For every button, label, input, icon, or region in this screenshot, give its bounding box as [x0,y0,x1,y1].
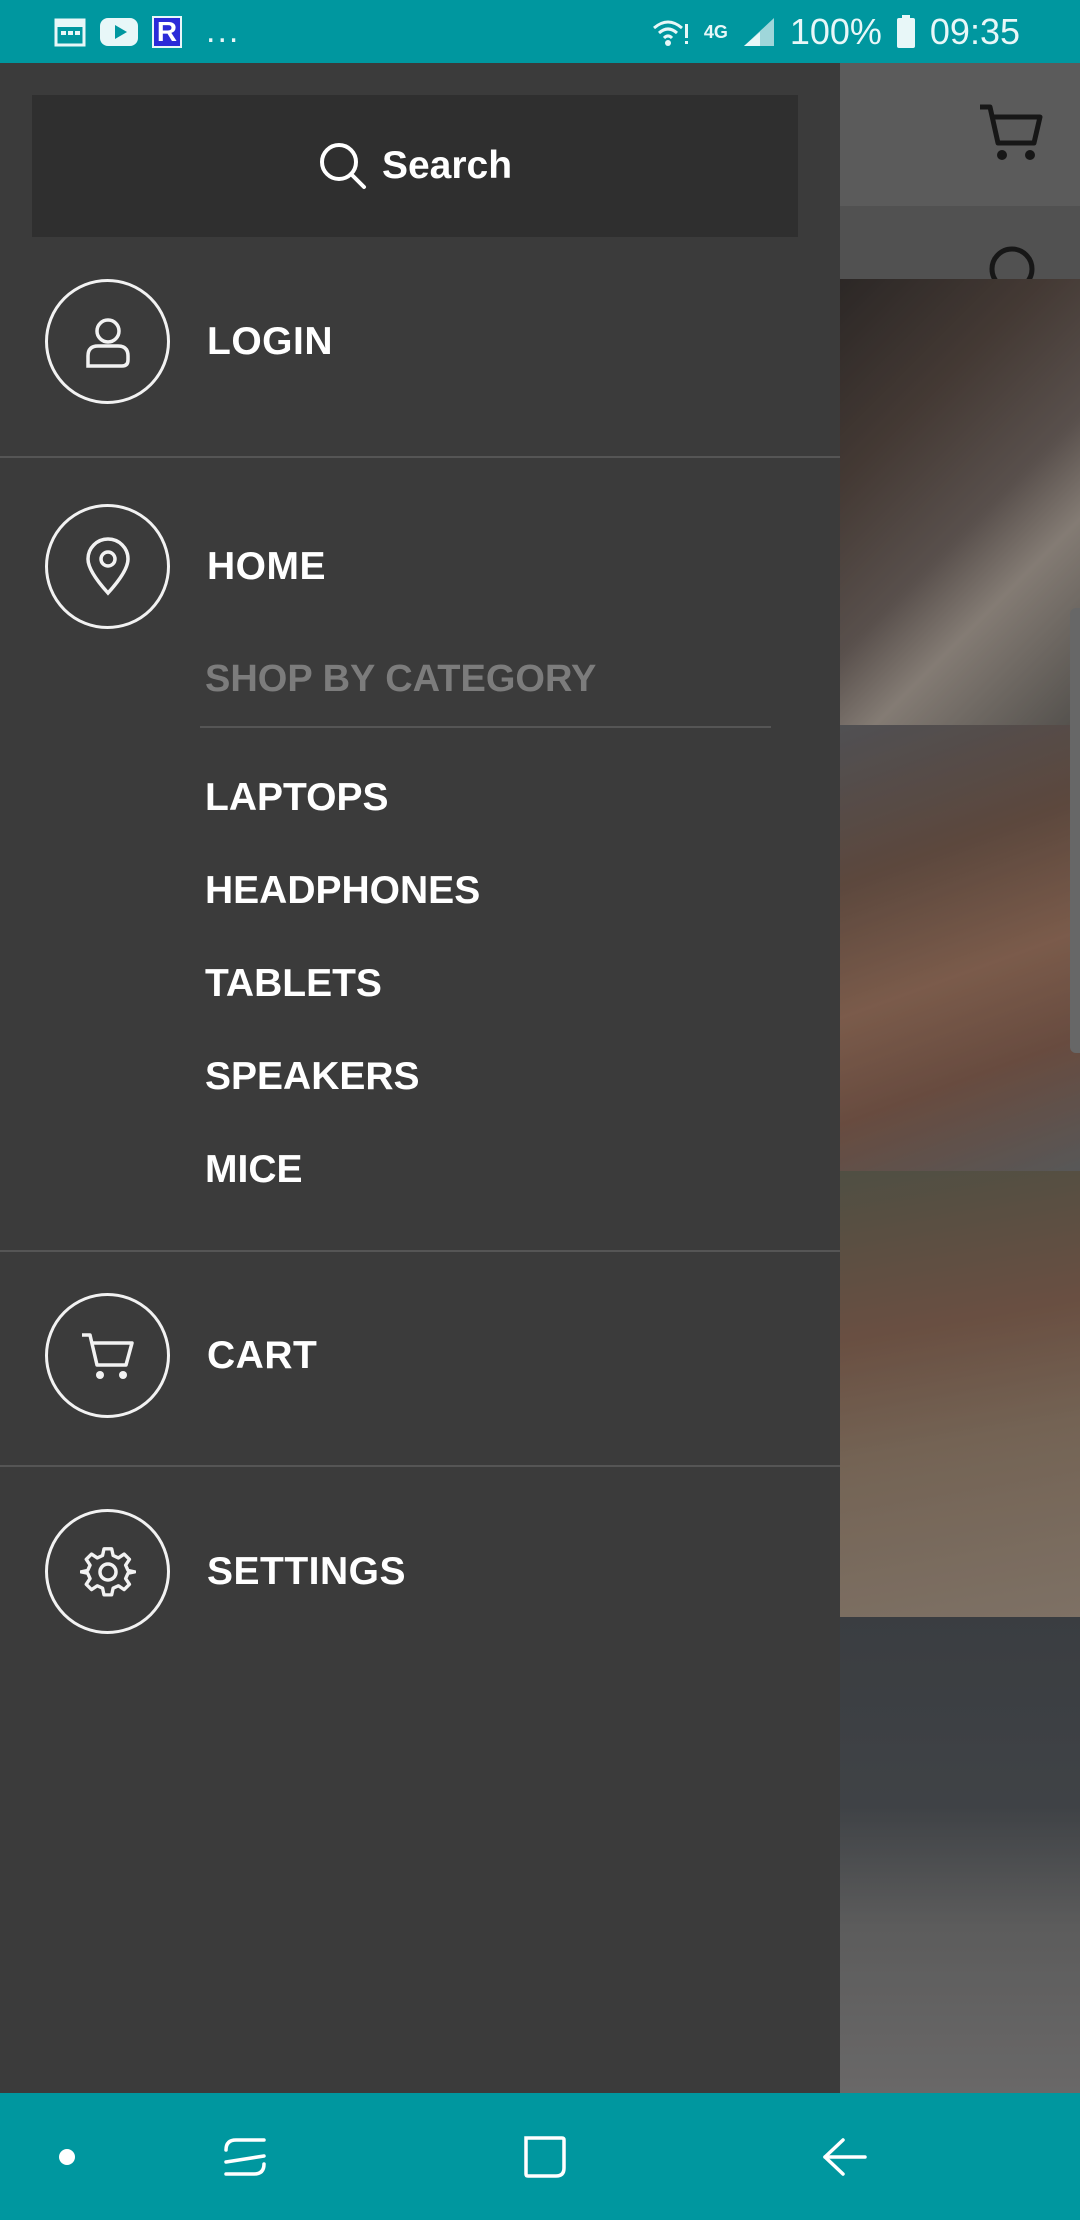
clock: 09:35 [929,10,1020,52]
notification-overflow: ... [206,12,241,50]
menu-item-settings[interactable]: SETTINGS [0,1509,840,1634]
dot-icon [59,2148,75,2165]
calendar-notification-icon [54,18,86,46]
nav-recents-button[interactable] [200,2093,290,2220]
search-icon [319,143,366,189]
menu-label-settings: SETTINGS [207,1549,407,1593]
divider [0,1250,840,1252]
login-icon-circle [45,279,170,404]
category-item-laptops[interactable]: LAPTOPS [205,776,388,820]
system-status: 4G 100% 09:35 [650,0,1020,63]
menu-label-cart: CART [207,1333,318,1377]
menu-item-login[interactable]: LOGIN [0,279,840,404]
recents-icon [224,2137,266,2176]
category-item-speakers[interactable]: SPEAKERS [205,1055,420,1099]
gear-icon [79,1546,136,1597]
home-icon-circle [45,504,170,629]
navigation-drawer: Search LOGIN HOME SHOP BY CATEGORY LAPTO… [0,63,840,2093]
category-item-mice[interactable]: MICE [205,1148,303,1192]
drawer-scrim[interactable] [840,63,1080,2093]
divider [0,456,840,458]
nav-home-button[interactable] [500,2093,590,2220]
status-bar: R ... 4G 100% 09:35 [0,0,1080,63]
back-arrow-icon [823,2137,867,2176]
youtube-notification-icon [100,17,138,46]
app-r-notification-icon: R [152,15,182,48]
search-label: Search [381,144,513,187]
menu-label-login: LOGIN [207,319,333,363]
drawer-search-button[interactable]: Search [32,95,798,237]
network-type: 4G [703,21,728,42]
notification-icons: R ... [0,12,240,51]
menu-item-cart[interactable]: CART [0,1293,840,1418]
system-navigation-bar [0,2093,1080,2220]
cart-icon [81,1332,134,1379]
map-pin-icon [85,536,130,596]
category-item-headphones[interactable]: HEADPHONES [205,869,480,913]
wifi-icon [652,20,688,46]
nav-dot-button[interactable] [30,2093,104,2220]
home-square-icon [524,2135,566,2178]
divider [0,1465,840,1467]
category-divider [200,726,771,728]
battery-percent: 100% [789,10,882,52]
cart-icon-circle [45,1293,170,1418]
signal-icon [743,17,774,46]
nav-back-button[interactable] [800,2093,890,2220]
category-item-tablets[interactable]: TABLETS [205,962,382,1006]
settings-icon-circle [45,1509,170,1634]
menu-item-home[interactable]: HOME [0,504,840,629]
battery-icon [896,14,915,48]
user-icon [85,317,130,368]
menu-label-home: HOME [207,544,326,588]
category-header: SHOP BY CATEGORY [205,658,597,700]
